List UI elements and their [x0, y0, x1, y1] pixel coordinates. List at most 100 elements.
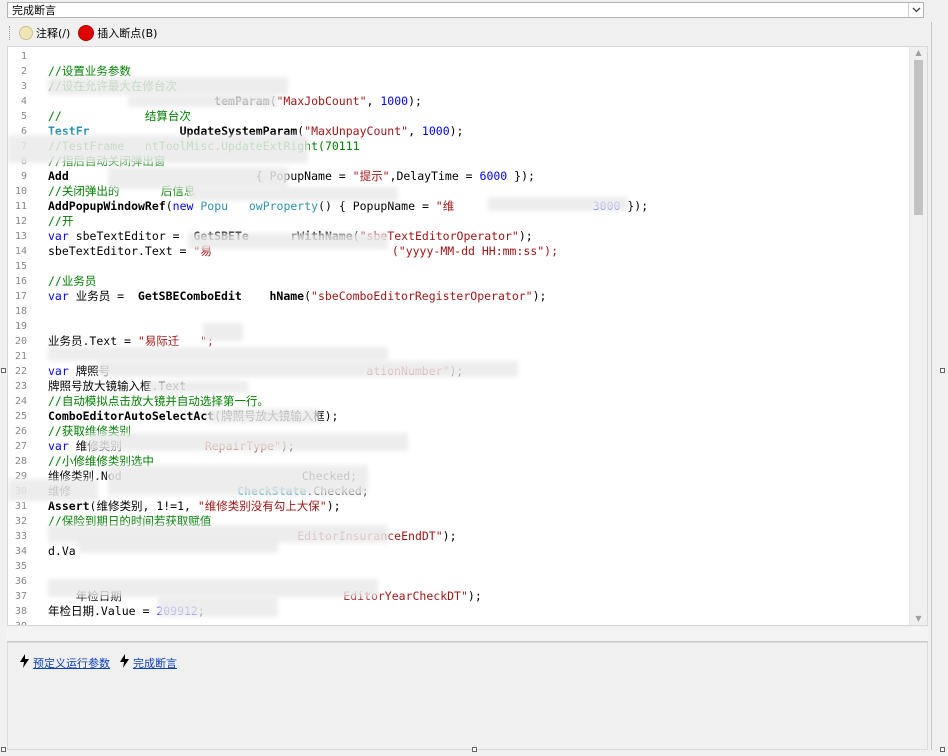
toolbar-grip[interactable]	[9, 26, 13, 40]
code-token: ,DelayTime =	[389, 169, 480, 183]
code-token: 1000	[380, 94, 409, 108]
line-number: 35	[14, 561, 27, 572]
resize-handle[interactable]	[1, 368, 6, 373]
resize-handle[interactable]	[1, 747, 6, 752]
code-token: 业务员.Text =	[48, 334, 138, 348]
resize-handle[interactable]	[472, 747, 477, 752]
code-token: new	[172, 199, 194, 213]
line-number: 13	[14, 231, 27, 242]
code-token: );	[326, 499, 341, 513]
line-number: 27	[14, 441, 27, 452]
lightning-icon	[20, 654, 29, 671]
scroll-down-icon[interactable]: ▼	[910, 613, 927, 625]
line-number: 25	[14, 411, 27, 422]
line-number: 18	[14, 306, 27, 317]
line-number: 26	[14, 426, 27, 437]
line-number: 14	[14, 246, 27, 257]
code-token: 6000	[479, 169, 508, 183]
line-number: 37	[14, 591, 27, 602]
code-token: ,	[366, 94, 381, 108]
redacted-region	[158, 597, 278, 617]
vertical-scrollbar[interactable]: ▲ ▼	[909, 47, 927, 625]
predefined-params-label: 预定义运行参数	[33, 656, 110, 670]
code-token: 业务员 =	[68, 289, 138, 303]
code-token: 年检日期.Value =	[48, 604, 157, 618]
breakpoint-icon	[78, 25, 95, 41]
predefined-params-link[interactable]: 预定义运行参数	[20, 654, 110, 671]
redacted-region	[188, 233, 388, 249]
scrollbar-thumb[interactable]	[914, 60, 923, 215]
redacted-region	[108, 167, 288, 189]
resize-handle[interactable]	[940, 368, 945, 373]
code-token: GetSBEComboEdit	[137, 289, 242, 303]
line-number: 10	[14, 186, 27, 197]
code-token: ,	[408, 124, 422, 138]
line-number: 28	[14, 456, 27, 467]
line-number: 24	[14, 396, 27, 407]
code-token: var	[48, 439, 69, 453]
line-number: 17	[14, 291, 27, 302]
action-select[interactable]: 完成断言	[7, 2, 924, 18]
code-token: //开	[48, 214, 74, 228]
redacted-region	[98, 361, 518, 377]
code-token: Popu	[200, 199, 229, 213]
code-token: "sbeComboEditorRegisterOperator"	[311, 289, 533, 303]
line-number: 9	[20, 171, 27, 182]
insert-breakpoint-button[interactable]: 插入断点(B)	[78, 25, 157, 41]
redacted-region	[8, 479, 98, 501]
code-line: //开	[48, 214, 73, 229]
code-token: //设置业务参数	[48, 64, 131, 78]
code-line: var 业务员 = GetSBEComboEdit hName("sbeComb…	[48, 289, 546, 304]
code-line: //自动模拟点击放大镜并自动选择第一行。	[48, 394, 269, 409]
code-token: "MaxUnpayCount"	[304, 124, 409, 138]
line-number: 12	[14, 216, 27, 227]
action-select-value: 完成断言	[12, 4, 56, 17]
window-frame-edge	[931, 22, 932, 750]
panel-splitter[interactable]	[7, 627, 928, 642]
chevron-down-icon[interactable]	[908, 3, 923, 17]
code-token: (	[304, 289, 312, 303]
code-token: d.Va	[48, 544, 76, 558]
code-token: "维	[435, 199, 455, 213]
code-line: d.Va	[48, 544, 76, 559]
code-token: //自动模拟点击放大镜并自动选择第一行。	[48, 394, 269, 408]
code-token: "维修类别没有勾上大保"	[197, 499, 327, 513]
code-token: Assert	[48, 499, 90, 513]
line-number: 19	[14, 321, 27, 332]
code-token: );	[449, 124, 464, 138]
comment-button[interactable]: 注释(/)	[19, 25, 70, 41]
code-editor[interactable]: 1234567891011121314151617181920212223242…	[7, 46, 928, 626]
code-token: "MaxJobCount"	[276, 94, 367, 108]
code-token: // 结算台次	[48, 109, 191, 123]
resize-handle[interactable]	[940, 747, 945, 752]
comment-label: 注释(/)	[36, 27, 71, 40]
code-token: Add	[48, 169, 69, 183]
code-token: "易际迁	[137, 334, 180, 348]
line-number: 34	[14, 546, 27, 557]
code-token: (	[165, 199, 173, 213]
redacted-region	[78, 539, 278, 553]
code-token: });	[507, 169, 535, 183]
code-token: ("yyyy-MM-dd HH:mm:ss");	[391, 244, 559, 258]
code-token: );	[408, 94, 422, 108]
redacted-region	[203, 323, 243, 341]
code-token: //业务员	[48, 274, 97, 288]
toolbar: 注释(/) 插入断点(B)	[7, 22, 931, 44]
line-number-gutter: 1234567891011121314151617181920212223242…	[8, 47, 30, 625]
redacted-region	[48, 579, 378, 597]
redacted-region	[108, 465, 368, 495]
scroll-up-icon[interactable]: ▲	[910, 47, 927, 59]
code-token: "提示"	[352, 169, 390, 183]
complete-assert-link[interactable]: 完成断言	[120, 654, 177, 671]
code-token: var	[48, 229, 69, 243]
bottom-panel: 预定义运行参数 完成断言	[7, 642, 928, 750]
redacted-region	[488, 197, 628, 211]
line-number: 4	[20, 96, 27, 107]
redacted-region	[188, 187, 398, 201]
line-number: 36	[14, 576, 27, 587]
redacted-region	[88, 433, 408, 451]
breakpoint-label: 插入断点(B)	[97, 27, 158, 40]
line-number: 33	[14, 531, 27, 542]
code-line: // 结算台次	[48, 109, 191, 124]
